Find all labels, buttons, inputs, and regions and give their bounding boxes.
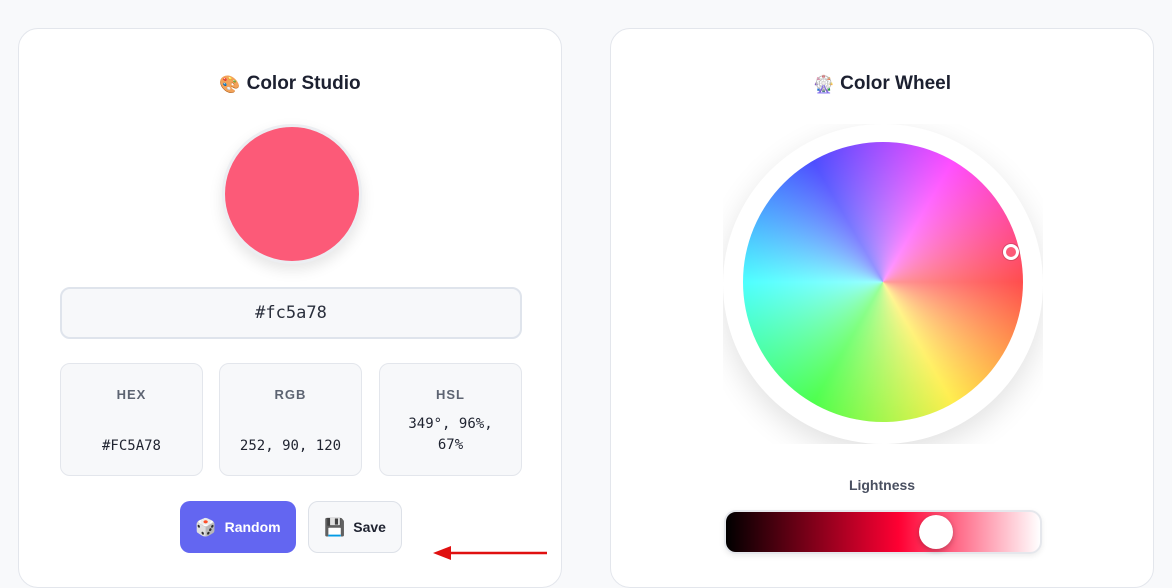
red-arrow-icon: [433, 546, 547, 560]
lightness-label: Lightness: [848, 477, 916, 493]
color-studio-title-text: Color Studio: [246, 73, 361, 94]
hex-value: #FC5A78: [101, 438, 161, 454]
color-studio-title: 🎨 Color Studio: [19, 73, 561, 95]
dice-icon: 🎲: [195, 517, 217, 537]
lightness-slider[interactable]: [724, 510, 1042, 554]
color-wheel-title: 🎡 Color Wheel: [611, 73, 1153, 95]
hex-color-input[interactable]: [60, 287, 522, 339]
color-wheel-title-text: Color Wheel: [840, 73, 951, 94]
hex-label: HEX: [116, 387, 147, 402]
floppy-disk-icon: 💾: [324, 517, 346, 537]
color-values: HEX #FC5A78 RGB 252, 90, 120 HSL 349°, 9…: [60, 363, 522, 477]
rgb-label: RGB: [274, 387, 307, 402]
random-button-label: Random: [224, 519, 281, 535]
color-wheel-handle[interactable]: [1003, 244, 1019, 260]
lightness-slider-thumb[interactable]: [919, 515, 953, 549]
hsl-value-box[interactable]: HSL 349°, 96%, 67%: [379, 363, 522, 476]
hsl-value: 349°, 96%, 67%: [408, 416, 493, 453]
save-button-label: Save: [353, 519, 386, 535]
hsl-label: HSL: [436, 387, 465, 402]
color-wheel-container: [723, 124, 1043, 444]
color-wheel[interactable]: [743, 142, 1023, 422]
color-wheel-panel: 🎡 Color Wheel Lightness: [610, 28, 1154, 588]
color-studio-panel: 🎨 Color Studio HEX #FC5A78 RGB 252, 90, …: [18, 28, 562, 588]
arrow-head: [433, 546, 451, 560]
color-swatch: [222, 124, 362, 264]
rgb-value: 252, 90, 120: [239, 438, 342, 454]
hex-value-box[interactable]: HEX #FC5A78: [60, 363, 203, 476]
save-button[interactable]: 💾 Save: [308, 501, 402, 553]
ferris-wheel-icon: 🎡: [812, 74, 835, 94]
random-button[interactable]: 🎲 Random: [180, 501, 296, 553]
rgb-value-box[interactable]: RGB 252, 90, 120: [219, 363, 362, 476]
palette-icon: 🎨: [219, 74, 241, 94]
